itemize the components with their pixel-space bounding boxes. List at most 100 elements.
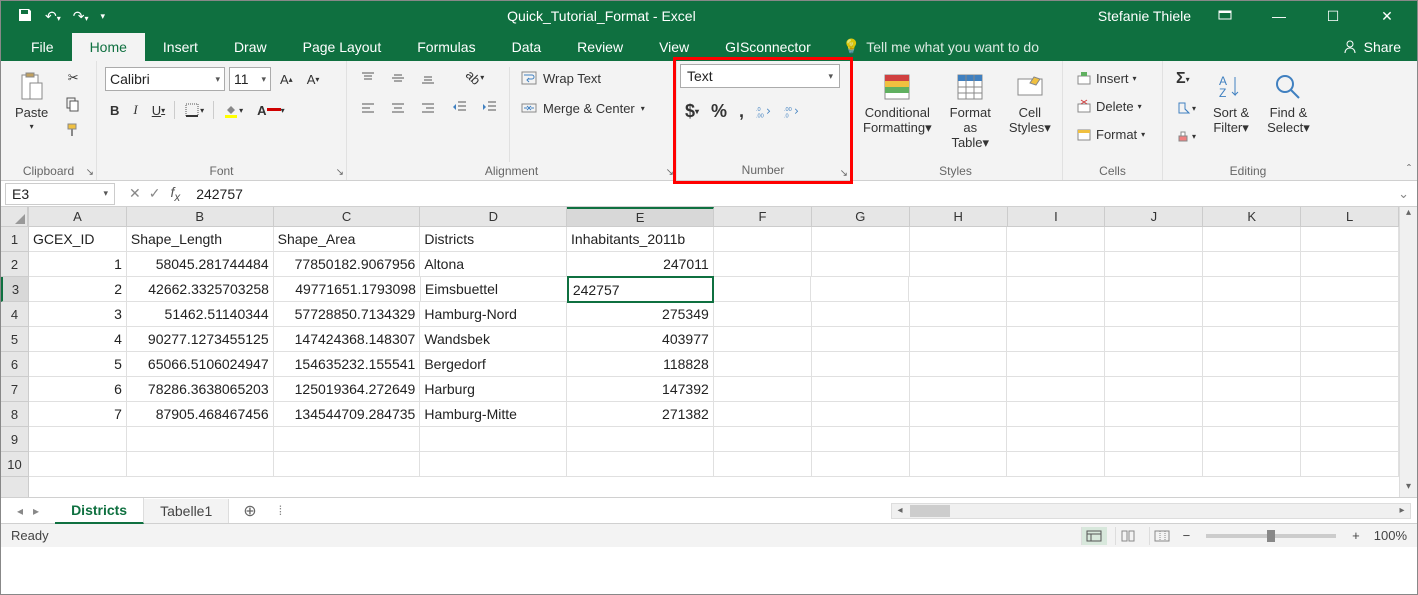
cell[interactable] [714,327,812,352]
cell[interactable]: 7 [29,402,127,427]
cell[interactable] [1007,352,1105,377]
font-name-combo[interactable]: Calibri▾ [105,67,225,91]
cell[interactable] [1105,227,1203,252]
italic-button[interactable]: I [128,99,142,121]
cell[interactable] [1007,252,1105,277]
cell[interactable] [910,452,1008,477]
row-header[interactable]: 6 [1,352,28,377]
cell[interactable] [1105,352,1203,377]
maximize-icon[interactable]: ☐ [1313,8,1353,25]
cell[interactable]: Wandsbek [420,327,567,352]
cell[interactable] [812,302,910,327]
autosum-icon[interactable]: Σ▾ [1171,67,1195,91]
cell[interactable] [714,452,812,477]
minimize-icon[interactable]: — [1259,8,1299,24]
underline-button[interactable]: U ▾ [147,100,170,121]
column-header[interactable]: I [1008,207,1106,226]
cell[interactable] [714,377,812,402]
cell[interactable] [1203,402,1301,427]
cell[interactable]: 4 [29,327,127,352]
find-select-button[interactable]: Find &Select▾ [1261,67,1316,140]
cell[interactable] [910,327,1008,352]
cell[interactable] [420,452,567,477]
fill-color-icon[interactable]: ▾ [218,99,248,121]
expand-formula-bar-icon[interactable]: ⌄ [1390,186,1417,202]
cell[interactable] [1301,277,1399,302]
currency-button[interactable]: $▾ [680,98,704,125]
cell[interactable]: 275349 [567,302,714,327]
cell[interactable]: Altona [420,252,567,277]
add-sheet-icon[interactable]: ⊕ [229,497,270,525]
cell[interactable]: 1 [29,252,127,277]
tell-me-search[interactable]: 💡 Tell me what you want to do [829,32,1053,61]
cell-styles-button[interactable]: CellStyles▾ [1003,67,1057,140]
cancel-formula-icon[interactable]: ✕ [129,185,141,202]
cell[interactable] [1105,327,1203,352]
cell[interactable]: Districts [420,227,567,252]
comma-style-button[interactable]: , [734,98,749,125]
column-header[interactable]: H [910,207,1008,226]
fill-icon[interactable]: ▾ [1171,97,1201,119]
horizontal-scrollbar[interactable]: ◂ ▸ [891,503,1411,519]
tab-home[interactable]: Home [72,33,145,61]
align-right-icon[interactable] [415,97,441,119]
cell[interactable]: 51462.51140344 [127,302,274,327]
row-header[interactable]: 9 [1,427,28,452]
cell[interactable] [1301,377,1399,402]
cell[interactable] [1301,227,1399,252]
cell[interactable] [1007,402,1105,427]
cell[interactable] [1203,227,1301,252]
row-header[interactable]: 2 [1,252,28,277]
cell[interactable]: Hamburg-Nord [420,302,567,327]
row-header[interactable]: 5 [1,327,28,352]
cell[interactable] [1203,427,1301,452]
cell[interactable] [910,227,1008,252]
cell[interactable] [714,427,812,452]
cell[interactable] [1105,427,1203,452]
cell[interactable] [812,402,910,427]
cell[interactable] [714,227,812,252]
cell[interactable] [811,277,909,302]
cell[interactable]: 247011 [567,252,714,277]
formula-input[interactable]: 242757 [188,186,1390,202]
cell[interactable] [1007,452,1105,477]
cell[interactable]: 147424368.148307 [274,327,421,352]
copy-icon[interactable] [60,93,86,115]
align-top-icon[interactable] [355,67,381,89]
tab-page-layout[interactable]: Page Layout [285,33,400,61]
cell[interactable]: Shape_Length [127,227,274,252]
cell[interactable]: 58045.281744484 [127,252,274,277]
cell[interactable] [567,452,714,477]
cell[interactable] [29,427,127,452]
page-layout-view-icon[interactable] [1115,527,1141,545]
merge-center-button[interactable]: Merge & Center ▾ [516,97,650,119]
page-break-view-icon[interactable] [1149,527,1175,545]
cell[interactable]: Hamburg-Mitte [420,402,567,427]
column-header[interactable]: B [127,207,274,226]
paste-button[interactable]: Paste ▾ [9,67,54,135]
cell[interactable]: 78286.3638065203 [127,377,274,402]
zoom-in-icon[interactable]: + [1352,528,1360,543]
cell[interactable] [1301,427,1399,452]
cell[interactable]: Inhabitants_2011b [567,227,714,252]
cell[interactable]: 154635232.155541 [274,352,421,377]
cell[interactable]: 87905.468467456 [127,402,274,427]
name-box[interactable]: E3 ▾ [5,183,115,205]
clipboard-dialog-launcher-icon[interactable]: ↘ [86,167,94,178]
row-header[interactable]: 10 [1,452,28,477]
cell[interactable] [1007,327,1105,352]
sheet-tab-tabelle1[interactable]: Tabelle1 [144,499,229,523]
cell[interactable]: 118828 [567,352,714,377]
bold-button[interactable]: B [105,100,124,121]
row-header[interactable]: 3 [1,277,28,302]
hscroll-thumb[interactable] [910,505,950,517]
tab-review[interactable]: Review [559,33,641,61]
shrink-font-icon[interactable]: A▾ [302,69,325,90]
tab-split-handle[interactable]: ⁞ [271,503,287,518]
format-as-table-button[interactable]: Format asTable▾ [944,67,997,155]
share-button[interactable]: Share [1326,33,1417,61]
cell[interactable] [1203,452,1301,477]
tab-draw[interactable]: Draw [216,33,285,61]
undo-icon[interactable]: ↶▾ [45,8,61,25]
align-left-icon[interactable] [355,97,381,119]
